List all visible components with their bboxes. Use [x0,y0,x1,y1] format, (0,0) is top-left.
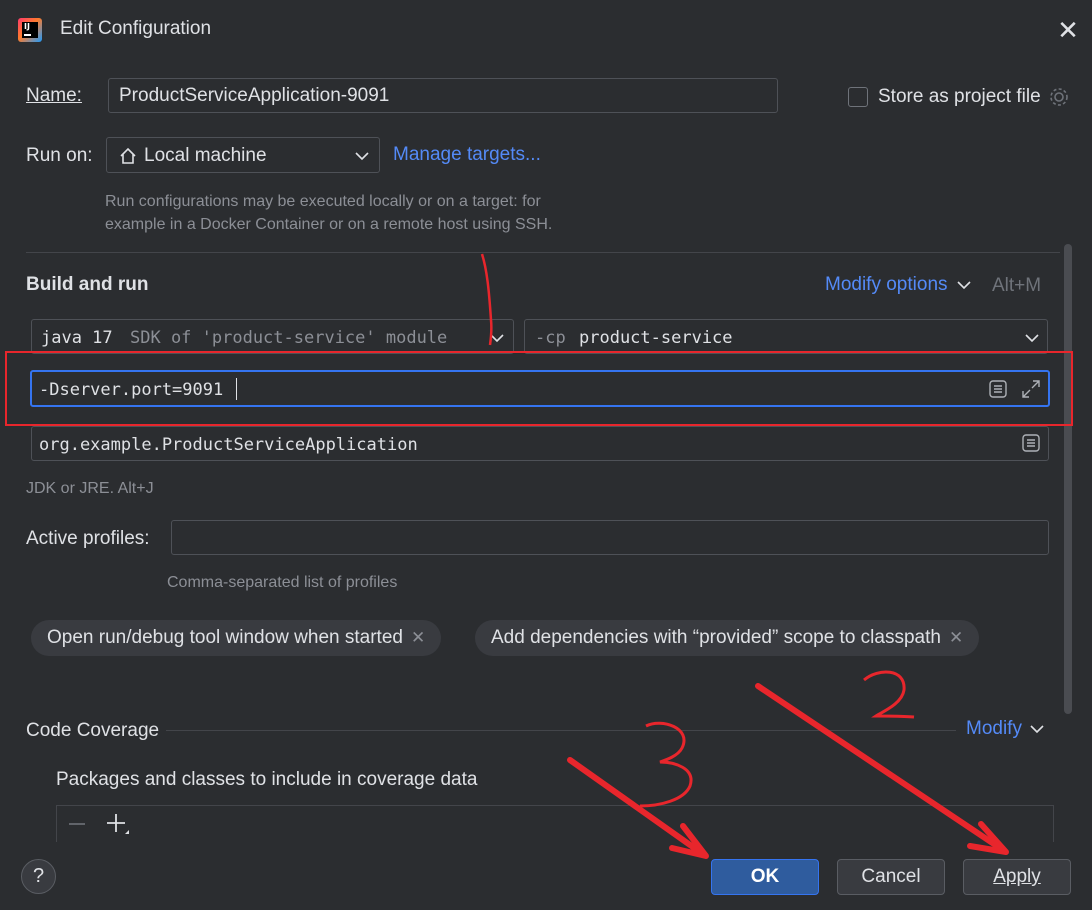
run-on-hint-line1: Run configurations may be executed local… [105,193,541,210]
close-icon[interactable]: ✕ [1056,16,1080,44]
chip-label: Open run/debug tool window when started [47,627,403,648]
option-chip-open-tool-window[interactable]: Open run/debug tool window when started ✕ [31,620,442,656]
close-icon[interactable]: ✕ [949,628,963,647]
chevron-down-icon [490,334,504,343]
jdk-hint: JDK or JRE. Alt+J [26,480,154,497]
name-field-value: ProductServiceApplication-9091 [119,85,390,106]
gear-icon[interactable] [1048,86,1070,108]
scrollbar[interactable] [1064,244,1072,714]
ok-button[interactable]: OK [711,859,819,895]
option-chip-provided-scope[interactable]: Add dependencies with “provided” scope t… [475,620,980,656]
cp-value: product-service [579,328,733,348]
chevron-down-icon [957,281,971,290]
apply-button-label: Apply [993,866,1041,887]
classpath-dropdown[interactable]: -cp product-service [524,319,1048,354]
jdk-dropdown[interactable]: java 17 SDK of 'product-service' module [31,319,514,354]
annotation-number-2 [863,670,915,719]
browse-class-icon[interactable] [1021,433,1041,453]
cancel-button[interactable]: Cancel [837,859,945,895]
chevron-down-icon [355,152,369,161]
modify-options-link[interactable]: Modify options [825,274,971,296]
home-icon [120,147,136,164]
modify-options-shortcut: Alt+M [992,275,1042,296]
chevron-down-icon [1030,725,1044,734]
chevron-down-icon [1025,334,1039,343]
dialog-title: Edit Configuration [60,18,212,39]
coverage-modify-link[interactable]: Modify [966,718,1044,740]
run-on-dropdown[interactable]: Local machine [106,137,380,173]
annotation-highlight-box [5,351,1073,426]
name-field[interactable]: ProductServiceApplication-9091 [108,78,778,113]
chip-label: Add dependencies with “provided” scope t… [491,627,941,648]
apply-button[interactable]: Apply [963,859,1071,895]
manage-targets-link[interactable]: Manage targets... [393,144,541,166]
store-as-project-file-checkbox[interactable] [848,87,868,107]
main-class-field[interactable]: org.example.ProductServiceApplication [31,426,1049,461]
close-icon[interactable]: ✕ [411,628,425,647]
name-label: Name: [26,85,82,106]
code-coverage-title: Code Coverage [26,720,160,741]
jdk-description: SDK of 'product-service' module [130,328,448,348]
annotation-number-3 [639,721,693,808]
help-button[interactable]: ? [21,859,56,894]
add-icon[interactable] [105,812,131,838]
divider [26,252,1060,253]
cp-prefix: -cp [535,328,566,348]
run-on-value: Local machine [144,145,267,166]
packages-list[interactable] [56,805,1054,845]
run-on-hint-line2: example in a Docker Container or on a re… [105,216,553,233]
run-on-label: Run on: [26,145,93,166]
main-class-value: org.example.ProductServiceApplication [39,435,418,455]
store-as-project-file-label[interactable]: Store as project file [878,86,1041,108]
build-and-run-title: Build and run [26,274,149,295]
coverage-divider [166,730,956,731]
active-profiles-label: Active profiles: [26,528,150,549]
remove-icon[interactable] [67,814,87,834]
packages-label: Packages and classes to include in cover… [56,769,478,790]
jdk-version: java 17 [41,328,113,348]
intellij-app-icon: IJ [18,18,42,42]
profiles-hint: Comma-separated list of profiles [167,574,398,591]
active-profiles-field[interactable] [171,520,1049,555]
